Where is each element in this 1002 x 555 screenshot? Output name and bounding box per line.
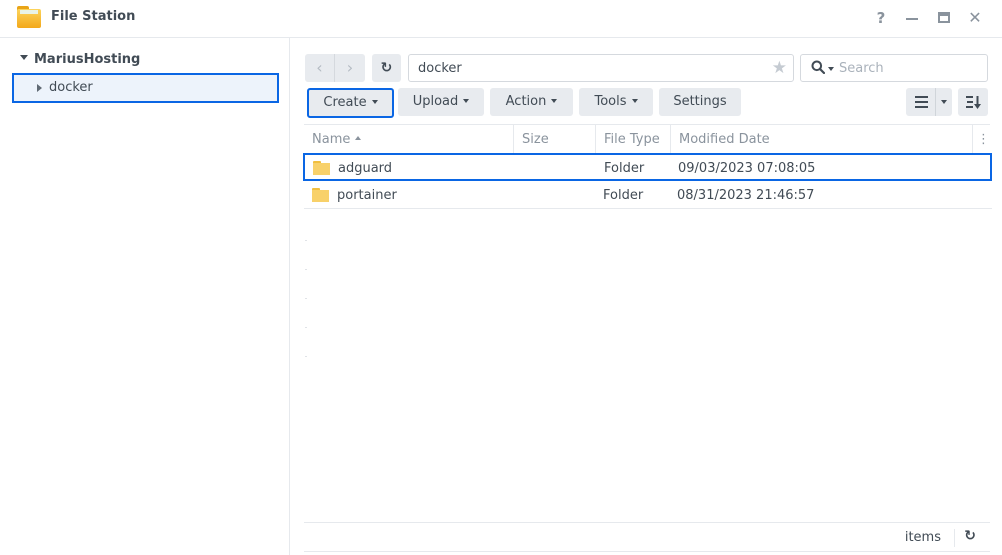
sort-button[interactable] (958, 88, 988, 116)
empty-row-marker (305, 356, 307, 357)
action-label: Action (505, 94, 547, 109)
window-title: File Station (51, 9, 136, 24)
file-station-app-icon (17, 6, 41, 28)
status-bar: items ↻ (304, 522, 990, 552)
search-box (800, 54, 988, 82)
maximize-button[interactable] (935, 9, 953, 27)
tree-item-label: docker (49, 80, 93, 95)
file-name: adguard (338, 161, 393, 176)
empty-row-marker (305, 240, 307, 241)
modified-date: 08/31/2023 21:46:57 (677, 188, 815, 203)
empty-row-marker (305, 327, 307, 328)
create-label: Create (323, 95, 367, 110)
search-input[interactable] (839, 59, 979, 78)
tools-label: Tools (594, 94, 627, 109)
folder-icon (312, 188, 329, 202)
caret-right-icon[interactable] (37, 84, 42, 92)
file-row-adguard[interactable]: adguard Folder 09/03/2023 07:08:05 (303, 153, 992, 181)
history-nav-group: ‹ › (305, 54, 365, 82)
footer-divider (954, 529, 955, 547)
title-bar: File Station ? ✕ (0, 0, 1002, 38)
file-list-header: Name Size File Type Modified Date ⋮ (304, 124, 990, 154)
column-name-label: Name (312, 132, 351, 147)
file-type: Folder (603, 188, 644, 203)
column-header-modified-date[interactable]: Modified Date (671, 125, 973, 154)
tools-button[interactable]: Tools (579, 88, 653, 116)
back-button[interactable]: ‹ (305, 54, 335, 82)
current-path: docker (418, 61, 462, 76)
favorite-star-icon[interactable]: ★ (772, 58, 787, 78)
folder-icon (313, 161, 330, 175)
sort-ascending-icon (355, 135, 362, 140)
empty-row-marker (305, 298, 307, 299)
path-bar[interactable]: docker ★ (408, 54, 794, 82)
forward-button[interactable]: › (335, 54, 365, 82)
caret-down-icon[interactable] (20, 55, 28, 60)
close-button[interactable]: ✕ (966, 9, 984, 27)
column-header-size[interactable]: Size (514, 125, 596, 154)
file-type: Folder (604, 161, 645, 176)
tree-root-node[interactable]: MariusHosting (20, 52, 140, 67)
minimize-button[interactable] (903, 9, 921, 27)
column-options-icon[interactable]: ⋮ (973, 125, 990, 154)
column-header-name[interactable]: Name (304, 125, 514, 154)
search-icon[interactable] (811, 60, 825, 74)
modified-date: 09/03/2023 07:08:05 (678, 161, 816, 176)
tree-root-label: MariusHosting (34, 52, 141, 67)
settings-button[interactable]: Settings (659, 88, 741, 116)
help-button[interactable]: ? (872, 9, 890, 27)
create-button[interactable]: Create (307, 88, 394, 118)
view-mode-caret-icon[interactable] (941, 100, 947, 104)
upload-label: Upload (412, 94, 459, 109)
refresh-button[interactable]: ↻ (372, 54, 401, 82)
folder-tree-sidebar: MariusHosting docker (0, 38, 290, 555)
file-row-portainer[interactable]: portainer Folder 08/31/2023 21:46:57 (304, 181, 992, 209)
settings-label: Settings (673, 94, 727, 109)
column-header-file-type[interactable]: File Type (596, 125, 671, 154)
upload-button[interactable]: Upload (398, 88, 484, 116)
sort-icon (966, 96, 981, 109)
file-name: portainer (337, 188, 397, 203)
footer-refresh-icon[interactable]: ↻ (964, 528, 976, 544)
tree-item-docker[interactable]: docker (12, 73, 279, 103)
action-button[interactable]: Action (490, 88, 573, 116)
search-options-caret-icon[interactable] (828, 67, 834, 71)
empty-row-marker (305, 269, 307, 270)
refresh-icon: ↻ (380, 60, 393, 76)
view-mode-group (906, 88, 952, 116)
list-view-icon[interactable] (906, 88, 936, 116)
items-count-label: items (904, 530, 941, 545)
